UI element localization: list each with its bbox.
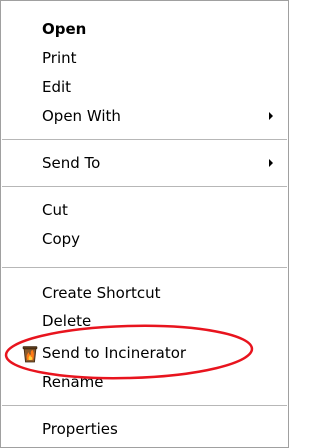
menu-separator xyxy=(2,267,287,268)
menu-item-open[interactable]: Open xyxy=(2,15,287,43)
menu-item-send-to-incinerator[interactable]: Send to Incinerator xyxy=(2,339,287,367)
menu-separator xyxy=(2,186,287,187)
menu-item-label: Cut xyxy=(42,201,68,219)
menu-item-label: Send to Incinerator xyxy=(42,344,187,362)
menu-item-send-to[interactable]: Send To xyxy=(2,149,287,177)
menu-item-label: Create Shortcut xyxy=(42,284,161,302)
menu-item-label: Send To xyxy=(42,154,101,172)
submenu-arrow-icon xyxy=(269,159,273,167)
menu-item-label: Open With xyxy=(42,107,121,125)
menu-item-cut[interactable]: Cut xyxy=(2,196,287,224)
menu-item-label: Properties xyxy=(42,420,118,438)
menu-separator xyxy=(2,405,287,406)
submenu-arrow-icon xyxy=(269,112,273,120)
menu-item-open-with[interactable]: Open With xyxy=(2,102,287,130)
menu-item-label: Print xyxy=(42,49,77,67)
menu-item-rename[interactable]: Rename xyxy=(2,368,287,396)
menu-item-print[interactable]: Print xyxy=(2,44,287,72)
menu-item-edit[interactable]: Edit xyxy=(2,73,287,101)
menu-item-label: Copy xyxy=(42,230,81,248)
menu-item-label: Edit xyxy=(42,78,72,96)
menu-item-create-shortcut[interactable]: Create Shortcut xyxy=(2,279,287,307)
incinerator-trash-icon xyxy=(22,346,38,363)
menu-item-label: Delete xyxy=(42,312,92,330)
menu-item-delete[interactable]: Delete xyxy=(2,307,287,335)
menu-separator xyxy=(2,139,287,140)
menu-item-copy[interactable]: Copy xyxy=(2,225,287,253)
menu-item-properties[interactable]: Properties xyxy=(2,415,287,443)
menu-item-label: Rename xyxy=(42,373,104,391)
context-menu: Open Print Edit Open With Send To Cut Co… xyxy=(0,0,289,448)
menu-item-label: Open xyxy=(42,20,87,38)
